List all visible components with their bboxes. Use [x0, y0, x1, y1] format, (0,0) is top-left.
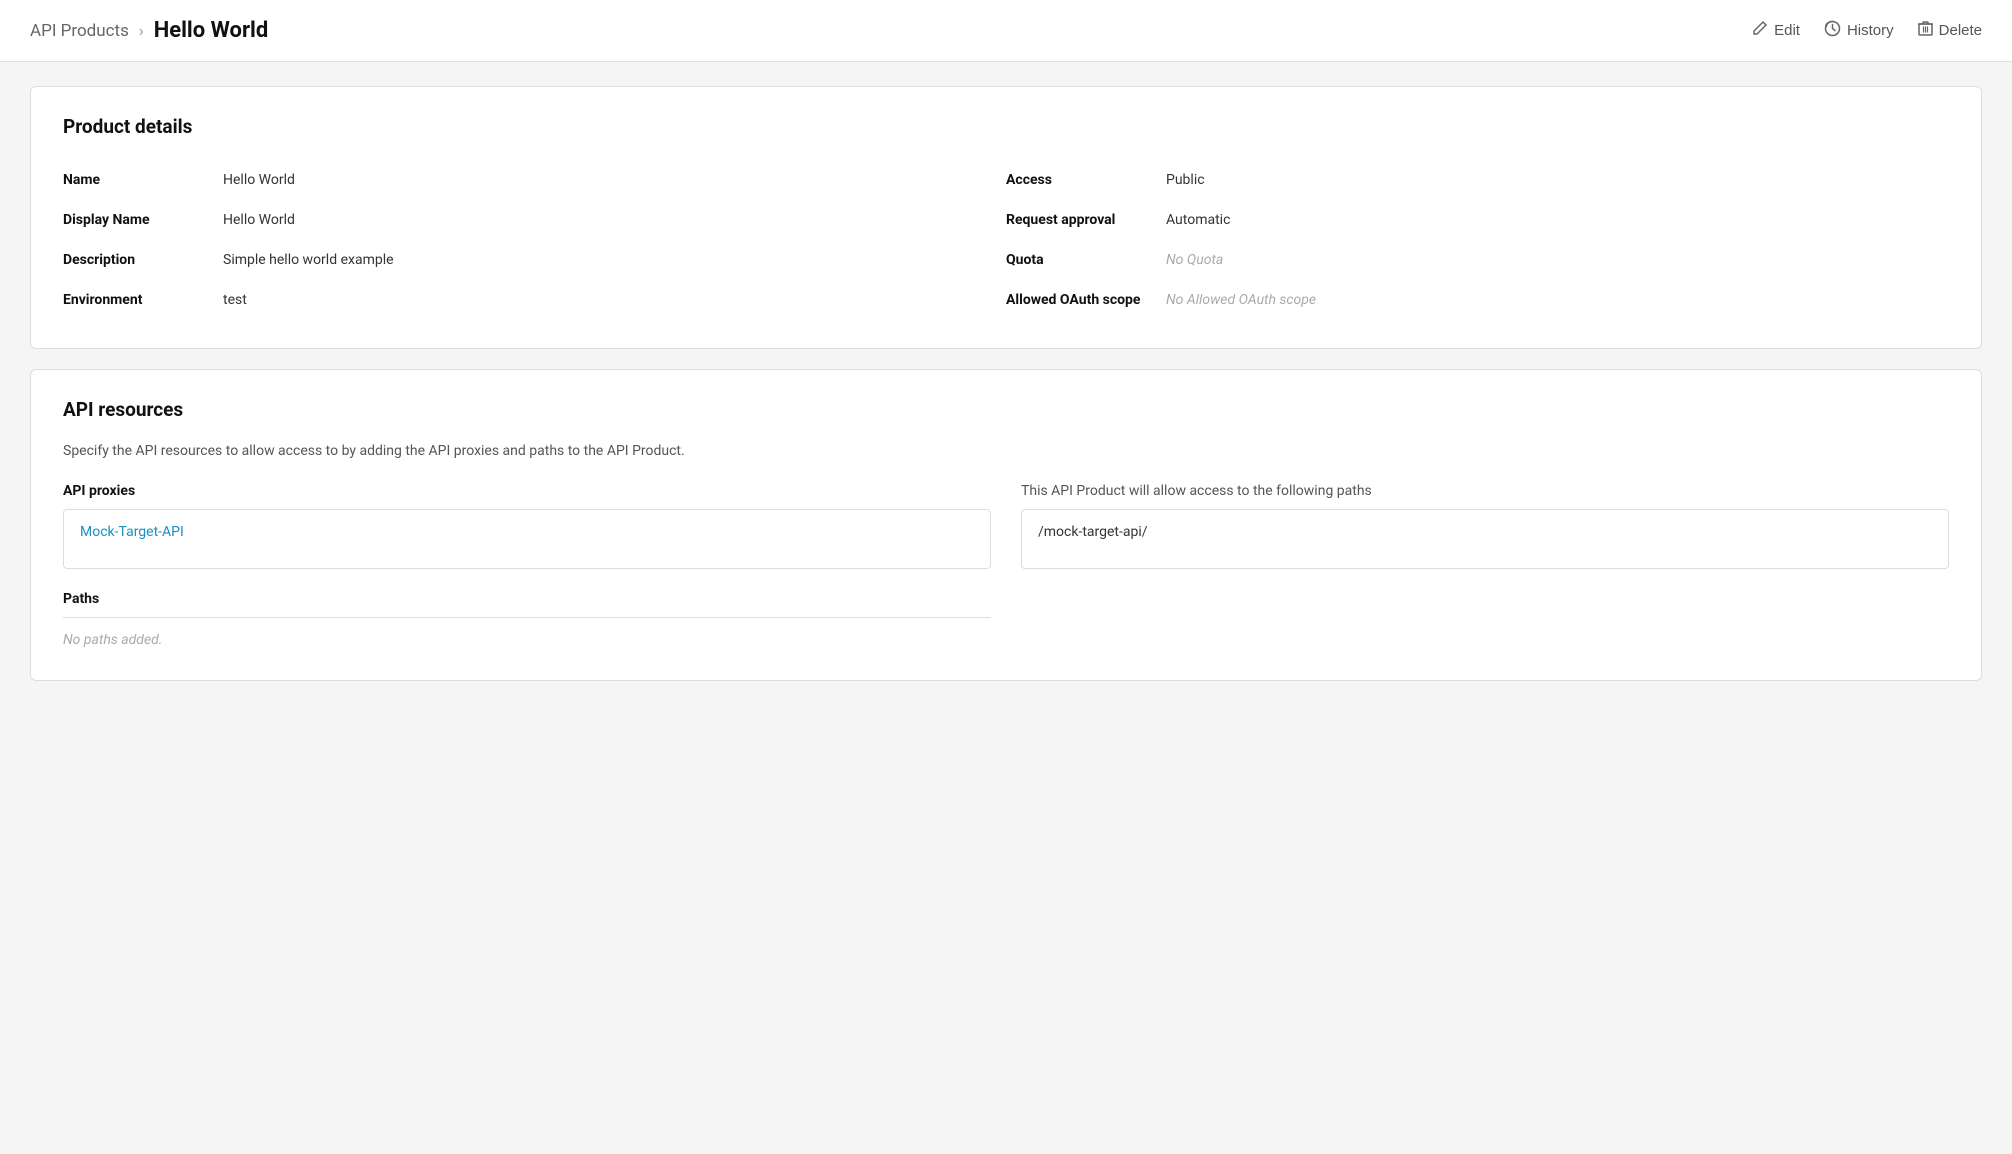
edit-label: Edit — [1774, 22, 1800, 39]
product-details-card: Product details Name Hello World Display… — [30, 86, 1982, 349]
details-left: Name Hello World Display Name Hello Worl… — [63, 160, 1006, 320]
history-label: History — [1847, 22, 1894, 39]
request-approval-value: Automatic — [1166, 212, 1230, 228]
details-right: Access Public Request approval Automatic… — [1006, 160, 1949, 320]
delete-label: Delete — [1939, 22, 1982, 39]
right-col-label: This API Product will allow access to th… — [1021, 483, 1949, 499]
paths-section: Paths No paths added. — [63, 591, 991, 652]
oauth-scope-label: Allowed OAuth scope — [1006, 292, 1166, 308]
page-header: API Products › Hello World Edit History — [0, 0, 2012, 62]
api-resources-title: API resources — [63, 398, 1949, 421]
paths-result: /mock-target-api/ — [1038, 524, 1148, 540]
api-proxies-label: API proxies — [63, 483, 991, 499]
proxy-item[interactable]: Mock-Target-API — [64, 510, 990, 554]
description-row: Description Simple hello world example — [63, 240, 1006, 280]
details-grid: Name Hello World Display Name Hello Worl… — [63, 160, 1949, 320]
breadcrumb-parent[interactable]: API Products — [30, 21, 129, 41]
history-button[interactable]: History — [1824, 20, 1894, 42]
access-value: Public — [1166, 172, 1205, 188]
quota-row: Quota No Quota — [1006, 240, 1949, 280]
api-resources-layout: API proxies Mock-Target-API Paths No pat… — [63, 483, 1949, 652]
request-approval-row: Request approval Automatic — [1006, 200, 1949, 240]
paths-divider — [63, 617, 991, 618]
name-value: Hello World — [223, 172, 295, 188]
product-details-title: Product details — [63, 115, 1949, 138]
name-label: Name — [63, 172, 223, 188]
display-name-value: Hello World — [223, 212, 295, 228]
api-resources-card: API resources Specify the API resources … — [30, 369, 1982, 681]
delete-button[interactable]: Delete — [1918, 20, 1982, 41]
api-proxies-list: Mock-Target-API — [63, 509, 991, 569]
environment-row: Environment test — [63, 280, 1006, 320]
paths-result-box: /mock-target-api/ — [1021, 509, 1949, 569]
description-label: Description — [63, 252, 223, 268]
main-content: Product details Name Hello World Display… — [0, 62, 2012, 705]
description-value: Simple hello world example — [223, 252, 394, 268]
breadcrumb-current: Hello World — [154, 18, 269, 43]
edit-button[interactable]: Edit — [1752, 20, 1800, 41]
request-approval-label: Request approval — [1006, 212, 1166, 228]
history-icon — [1824, 20, 1841, 42]
oauth-scope-value: No Allowed OAuth scope — [1166, 292, 1316, 308]
edit-icon — [1752, 20, 1768, 41]
access-row: Access Public — [1006, 160, 1949, 200]
left-col: API proxies Mock-Target-API Paths No pat… — [63, 483, 991, 652]
breadcrumb-separator: › — [139, 21, 144, 40]
quota-value: No Quota — [1166, 252, 1223, 268]
right-col: This API Product will allow access to th… — [1021, 483, 1949, 652]
paths-label: Paths — [63, 591, 991, 607]
oauth-scope-row: Allowed OAuth scope No Allowed OAuth sco… — [1006, 280, 1949, 320]
api-resources-subtitle: Specify the API resources to allow acces… — [63, 443, 1949, 459]
environment-value: test — [223, 292, 247, 308]
header-actions: Edit History Del — [1752, 20, 1982, 42]
name-row: Name Hello World — [63, 160, 1006, 200]
display-name-label: Display Name — [63, 212, 223, 228]
quota-label: Quota — [1006, 252, 1166, 268]
paths-empty: No paths added. — [63, 628, 991, 652]
display-name-row: Display Name Hello World — [63, 200, 1006, 240]
access-label: Access — [1006, 172, 1166, 188]
breadcrumb: API Products › Hello World — [30, 18, 268, 43]
delete-icon — [1918, 20, 1933, 41]
environment-label: Environment — [63, 292, 223, 308]
